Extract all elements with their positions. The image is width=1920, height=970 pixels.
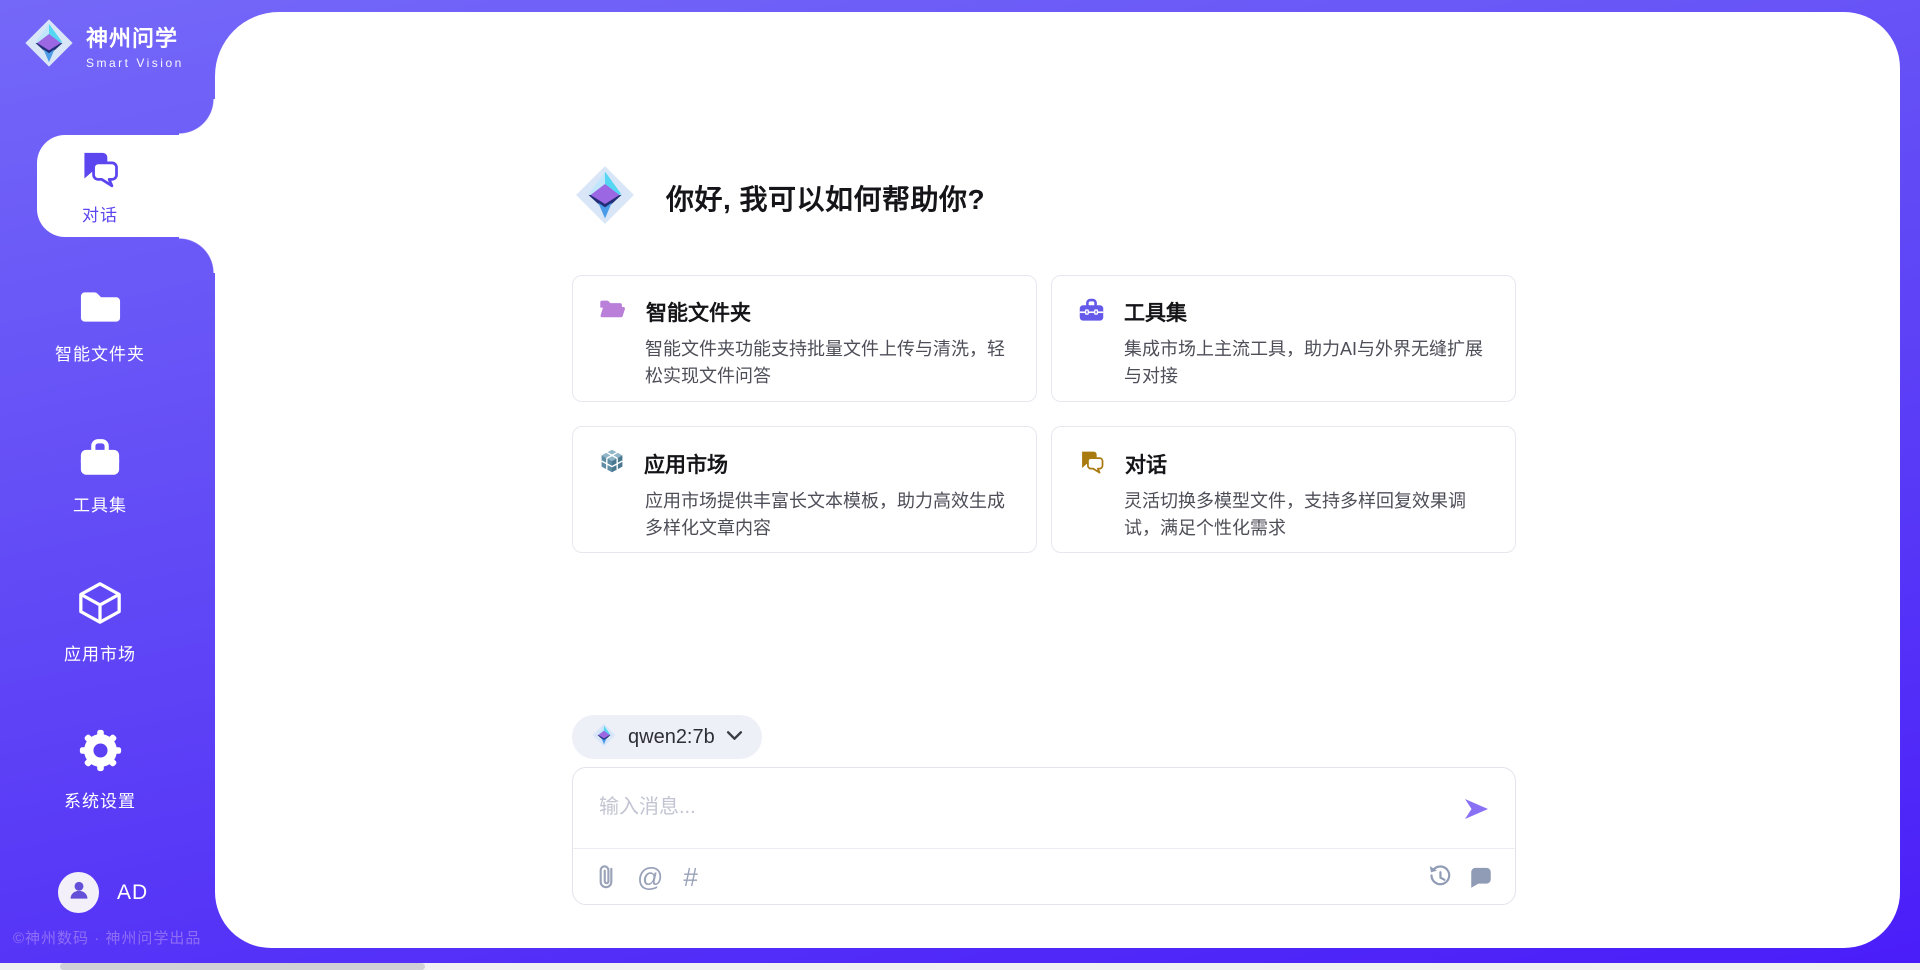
horizontal-scrollbar[interactable] — [0, 963, 1920, 970]
sidebar: 神州问学 Smart Vision 对话 智能文件夹 工具集 — [0, 0, 215, 970]
sidebar-item-label: 对话 — [82, 201, 118, 226]
brand-gem-icon — [22, 16, 76, 75]
composer-toolbar: @ # — [573, 849, 1515, 904]
sidebar-item-label: 智能文件夹 — [55, 340, 145, 365]
feature-cards: 智能文件夹 智能文件夹功能支持批量文件上传与清洗，轻松实现文件问答 工具集 集成… — [572, 275, 1516, 553]
sidebar-item-toolset[interactable]: 工具集 — [0, 438, 200, 516]
card-description: 灵活切换多模型文件，支持多样回复效果调试，满足个性化需求 — [1124, 488, 1489, 542]
sidebar-item-label: 应用市场 — [64, 640, 136, 665]
hash-icon[interactable]: # — [683, 864, 697, 890]
card-chat[interactable]: 对话 灵活切换多模型文件，支持多样回复效果调试，满足个性化需求 — [1051, 426, 1516, 553]
message-composer: @ # — [572, 767, 1516, 905]
sidebar-item-app-market[interactable]: 应用市场 — [0, 580, 200, 665]
card-smart-folder[interactable]: 智能文件夹 智能文件夹功能支持批量文件上传与清洗，轻松实现文件问答 — [572, 275, 1037, 402]
card-toolset[interactable]: 工具集 集成市场上主流工具，助力AI与外界无缝扩展与对接 — [1051, 275, 1516, 402]
person-icon — [66, 877, 92, 908]
copyright-text: ©神州数码 · 神州问学出品 — [13, 927, 201, 948]
model-name: qwen2:7b — [628, 726, 715, 749]
hero-gem-icon — [572, 162, 638, 233]
sidebar-item-label: 系统设置 — [64, 787, 136, 812]
model-gem-icon — [591, 722, 617, 753]
chat-bubble-icon[interactable] — [1469, 865, 1493, 888]
paperclip-icon[interactable] — [595, 862, 617, 891]
model-selector[interactable]: qwen2:7b — [572, 715, 762, 759]
tab-fillet-bottom — [179, 237, 215, 273]
folder-open-icon — [599, 298, 627, 326]
at-icon[interactable]: @ — [637, 864, 663, 890]
gear-icon — [78, 728, 123, 778]
chevron-down-icon — [726, 728, 743, 746]
folder-icon — [78, 288, 123, 331]
user-name: AD — [117, 881, 148, 905]
greeting-title: 你好, 我可以如何帮助你? — [666, 178, 985, 218]
card-app-market[interactable]: 应用市场 应用市场提供丰富长文本模板，助力高效生成多样化文章内容 — [572, 426, 1037, 553]
cube-icon — [77, 580, 123, 631]
card-description: 集成市场上主流工具，助力AI与外界无缝扩展与对接 — [1124, 336, 1489, 390]
main-panel: 你好, 我可以如何帮助你? 智能文件夹 智能文件夹功能支持批量文件上传与清洗，轻… — [215, 12, 1900, 948]
sidebar-item-settings[interactable]: 系统设置 — [0, 728, 200, 812]
tab-fillet-top — [179, 99, 215, 135]
message-input[interactable] — [573, 768, 1515, 840]
card-title: 工具集 — [1124, 297, 1187, 327]
card-title: 智能文件夹 — [646, 297, 751, 327]
sidebar-item-chat[interactable]: 对话 — [37, 135, 217, 237]
hero: 你好, 我可以如何帮助你? — [572, 162, 985, 233]
brand: 神州问学 Smart Vision — [22, 16, 184, 75]
toolbox-icon — [78, 438, 122, 482]
card-description: 应用市场提供丰富长文本模板，助力高效生成多样化文章内容 — [645, 488, 1010, 542]
history-icon[interactable] — [1427, 864, 1453, 890]
card-title: 对话 — [1125, 449, 1167, 479]
sidebar-item-smart-folder[interactable]: 智能文件夹 — [0, 288, 200, 365]
pixel-cube-icon — [599, 448, 625, 479]
toolbox-icon — [1078, 298, 1105, 327]
brand-subtitle: Smart Vision — [86, 56, 184, 70]
user-account[interactable]: AD — [58, 872, 148, 913]
sidebar-item-label: 工具集 — [73, 491, 127, 516]
chat-icon — [78, 147, 122, 193]
brand-name: 神州问学 — [86, 21, 184, 53]
card-title: 应用市场 — [644, 449, 728, 479]
scrollbar-thumb[interactable] — [60, 963, 425, 970]
card-description: 智能文件夹功能支持批量文件上传与清洗，轻松实现文件问答 — [645, 336, 1010, 390]
avatar — [58, 872, 99, 913]
send-icon[interactable] — [1461, 794, 1491, 824]
chat-icon — [1078, 448, 1106, 479]
